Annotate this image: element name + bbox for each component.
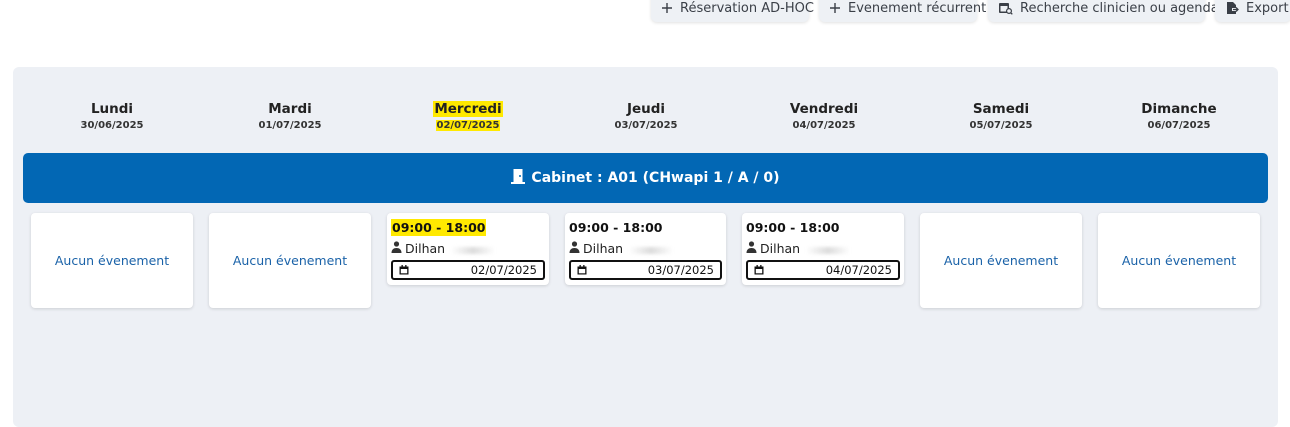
- recherche-clinicien-label: Recherche clinicien ou agenda: [1020, 0, 1219, 16]
- day-name: Vendredi: [789, 101, 859, 117]
- day-date: 06/07/2025: [1147, 120, 1211, 131]
- day-header-dimanche: Dimanche 06/07/2025: [1090, 100, 1268, 133]
- evenement-recurrent-button[interactable]: Evenement récurrent: [819, 0, 986, 22]
- day-cell-empty[interactable]: Aucun évenement: [1098, 213, 1260, 308]
- day-name: Jeudi: [626, 101, 666, 117]
- day-name: Mercredi: [433, 101, 503, 117]
- day-cell-empty[interactable]: Aucun évenement: [920, 213, 1082, 308]
- day-date: 03/07/2025: [614, 120, 678, 131]
- event-date-field[interactable]: 03/07/2025: [569, 260, 722, 280]
- redacted-surname: [451, 247, 496, 254]
- day-date: 05/07/2025: [969, 120, 1033, 131]
- reservation-adhoc-label: Réservation AD-HOC: [680, 0, 814, 16]
- toolbar: Réservation AD-HOC Evenement récurrent R…: [0, 0, 1290, 24]
- day-date: 04/07/2025: [792, 120, 856, 131]
- event-person-name: Dilhan: [405, 241, 446, 256]
- event-date: 02/07/2025: [470, 263, 537, 277]
- export-button[interactable]: Export: [1215, 0, 1290, 22]
- day-name: Samedi: [972, 101, 1030, 117]
- user-doctor-icon: [746, 240, 757, 257]
- event-time: 09:00 - 18:00: [746, 220, 840, 235]
- calendar-icon: [399, 265, 409, 275]
- no-event-text: Aucun évenement: [1121, 253, 1237, 268]
- plus-icon: [829, 2, 841, 14]
- calendar-icon: [577, 265, 587, 275]
- event-date-field[interactable]: 04/07/2025: [746, 260, 900, 280]
- event-person: Dilhan: [391, 240, 545, 257]
- day-header-samedi: Samedi 05/07/2025: [912, 100, 1090, 133]
- reservation-adhoc-button[interactable]: Réservation AD-HOC: [651, 0, 814, 22]
- plus-icon: [661, 2, 673, 14]
- evenement-recurrent-label: Evenement récurrent: [848, 0, 987, 16]
- event-date: 03/07/2025: [647, 263, 714, 277]
- user-doctor-icon: [391, 240, 402, 257]
- event-person-name: Dilhan: [760, 241, 801, 256]
- event-card[interactable]: 09:00 - 18:00 Dilhan 04/07/2025: [742, 213, 904, 285]
- door-icon: [511, 168, 526, 188]
- redacted-surname: [629, 247, 674, 254]
- day-header-vendredi: Vendredi 04/07/2025: [735, 100, 913, 133]
- event-person: Dilhan: [569, 240, 722, 257]
- day-header-jeudi: Jeudi 03/07/2025: [557, 100, 735, 133]
- event-person-name: Dilhan: [583, 241, 624, 256]
- day-date: 30/06/2025: [80, 120, 144, 131]
- no-event-text: Aucun évenement: [943, 253, 1059, 268]
- event-card[interactable]: 09:00 - 18:00 Dilhan 03/07/2025: [565, 213, 726, 285]
- cabinet-banner: Cabinet : A01 (CHwapi 1 / A / 0): [23, 153, 1268, 203]
- event-person: Dilhan: [746, 240, 900, 257]
- event-date: 04/07/2025: [825, 263, 892, 277]
- event-time: 09:00 - 18:00: [391, 219, 487, 236]
- calendar-search-icon: [998, 1, 1013, 15]
- user-doctor-icon: [569, 240, 580, 257]
- day-date: 02/07/2025: [435, 120, 501, 131]
- day-date: 01/07/2025: [258, 120, 322, 131]
- recherche-clinicien-button[interactable]: Recherche clinicien ou agenda: [988, 0, 1219, 22]
- event-time: 09:00 - 18:00: [569, 220, 663, 235]
- export-icon: [1225, 1, 1239, 15]
- event-date-field[interactable]: 02/07/2025: [391, 260, 545, 280]
- day-header-lundi: Lundi 30/06/2025: [23, 100, 201, 133]
- no-event-text: Aucun évenement: [54, 253, 170, 268]
- day-header-mardi: Mardi 01/07/2025: [201, 100, 379, 133]
- day-name: Mardi: [268, 101, 312, 117]
- day-name: Dimanche: [1141, 101, 1217, 117]
- day-header-mercredi: Mercredi 02/07/2025: [379, 100, 557, 133]
- day-name: Lundi: [90, 101, 134, 117]
- no-event-text: Aucun évenement: [232, 253, 348, 268]
- event-card[interactable]: 09:00 - 18:00 Dilhan 02/07/2025: [387, 213, 549, 285]
- day-cell-empty[interactable]: Aucun évenement: [31, 213, 193, 308]
- cabinet-label: Cabinet : A01 (CHwapi 1 / A / 0): [531, 170, 780, 186]
- day-cell-empty[interactable]: Aucun évenement: [209, 213, 371, 308]
- export-label: Export: [1246, 0, 1289, 16]
- calendar-icon: [754, 265, 764, 275]
- redacted-surname: [806, 247, 851, 254]
